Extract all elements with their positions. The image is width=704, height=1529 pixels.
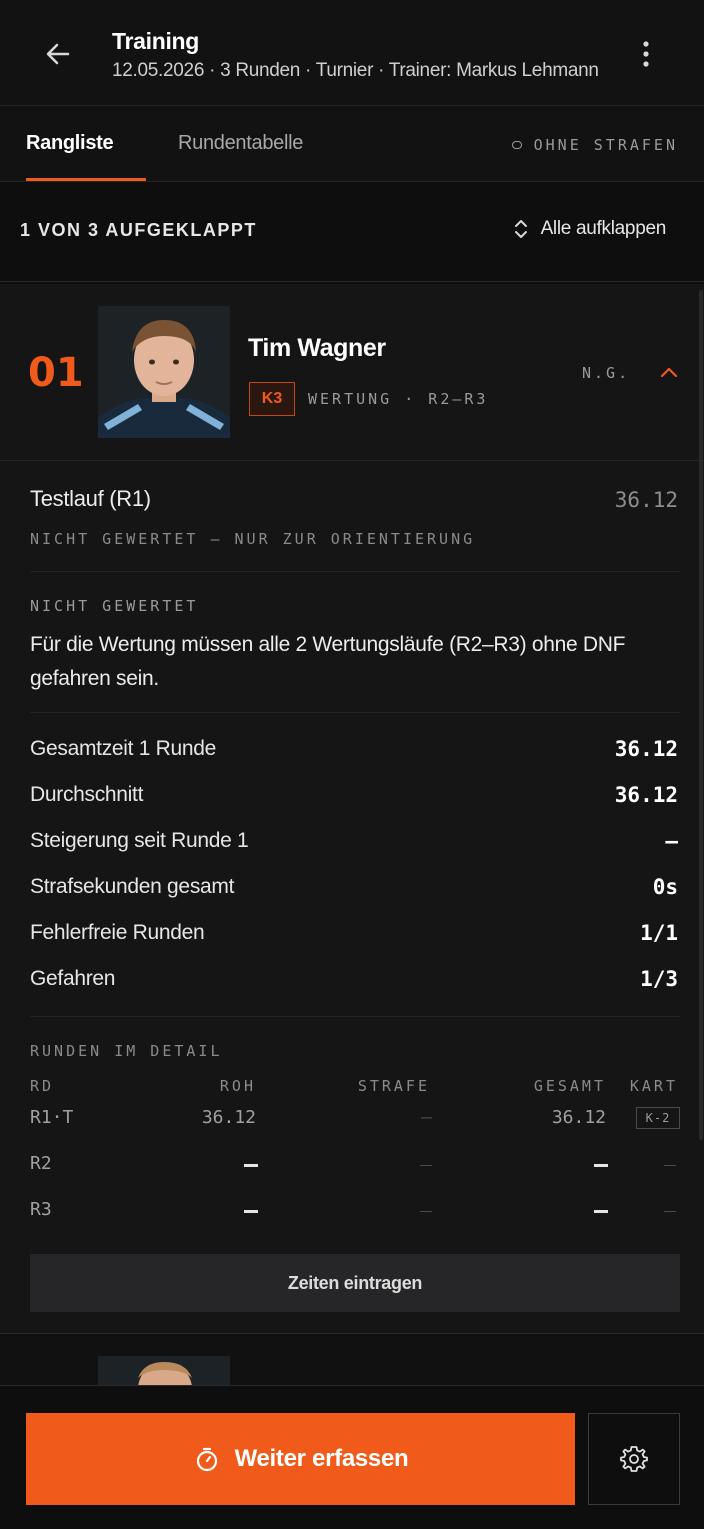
settings-button[interactable] [588,1413,680,1505]
row-r2-gesamt-empty [594,1164,608,1167]
stat-value-steigerung: — [665,829,678,853]
testlauf-note: NICHT GEWERTET — NUR ZUR ORIENTIERUNG [30,530,476,548]
expand-bar: 1 VON 3 AUFGEKLAPPT Alle aufklappen [0,182,704,282]
next-driver-card[interactable] [0,1336,704,1386]
page-title: Training [112,28,200,54]
divider [30,712,680,713]
status-badge: N.G. [582,364,631,382]
col-header-gesamt: GESAMT [533,1077,606,1095]
collapse-button[interactable] [656,360,682,386]
wertung-range: WERTUNG · R2–R3 [308,390,489,408]
gear-icon [620,1446,648,1472]
divider [30,1016,680,1017]
divider [0,460,704,461]
stat-value-durchschnitt: 36.12 [614,783,678,807]
row-r1-strafe: — [421,1107,432,1128]
footer-bar: Weiter erfassen [0,1385,704,1529]
testlauf-time: 36.12 [614,488,678,512]
not-rated-text: Für die Wertung müssen alle 2 Wertungslä… [30,633,626,690]
row-r2-kart-empty [664,1165,676,1166]
col-header-strafe: STRAFE [357,1077,430,1095]
driver-rank: 01 [28,350,84,396]
tab-bar: Rangliste Rundentabelle OHNE STRAFEN [0,106,704,182]
stat-value-gefahren: 1/3 [640,967,678,991]
row-r1-gesamt: 36.12 [551,1107,606,1128]
stat-label-gesamtzeit: Gesamtzeit 1 Runde [30,737,217,760]
active-tab-indicator [26,178,146,181]
tab-rangliste[interactable]: Rangliste [26,132,114,155]
stat-label-durchschnitt: Durchschnitt [30,783,144,806]
stat-value-strafsekunden: 0s [652,875,678,899]
weiter-erfassen-button[interactable]: Weiter erfassen [26,1413,575,1505]
tab-rundentabelle[interactable]: Rundentabelle [178,132,303,155]
row-r3-gesamt-empty [594,1210,608,1213]
col-header-kart: KART [629,1077,678,1095]
stat-value-gesamtzeit: 36.12 [614,737,678,761]
class-badge: K3 [249,382,295,416]
more-vertical-icon [643,41,649,67]
stat-label-gefahren: Gefahren [30,967,116,990]
expand-all-button[interactable]: Alle aufklappen [513,218,666,240]
expand-all-label: Alle aufklappen [540,218,667,239]
chevron-up-down-icon [514,220,527,238]
kart-badge: K-2 [636,1107,680,1129]
stat-value-fehlerfrei: 1/1 [640,921,678,945]
expand-count: 1 VON 3 AUFGEKLAPPT [20,220,257,240]
runden-detail-title: RUNDEN IM DETAIL [30,1042,223,1060]
row-r2-roh-empty [244,1164,258,1167]
strafen-toggle-label: OHNE STRAFEN [533,136,678,154]
weiter-erfassen-label: Weiter erfassen [234,1445,409,1472]
strafen-toggle[interactable]: OHNE STRAFEN [511,136,678,154]
app-header: Training 12.05.2026 · 3 Runden · Turnier… [0,0,704,106]
more-menu-button[interactable] [630,36,662,72]
row-r1-rd: R1·T [30,1107,74,1128]
stat-label-fehlerfrei: Fehlerfreie Runden [30,921,205,944]
driver-name: Tim Wagner [248,334,386,362]
row-r2-strafe-empty [420,1165,432,1166]
driver-avatar [98,1356,230,1386]
row-r2-rd: R2 [30,1153,52,1174]
divider [30,571,680,572]
row-r3-kart-empty [664,1211,676,1212]
row-r3-rd: R3 [30,1199,52,1220]
toggle-dot-icon [511,141,522,149]
stat-label-strafsekunden: Strafsekunden gesamt [30,875,235,898]
not-rated-label: NICHT GEWERTET [30,597,199,615]
stat-label-steigerung: Steigerung seit Runde 1 [30,829,249,852]
row-r1-roh: 36.12 [201,1107,256,1128]
scrollbar[interactable] [699,290,703,1140]
arrow-left-icon [46,43,70,65]
driver-card: 01 Tim Wagner K3 WERTUNG · R2–R3 N.G. Te… [0,284,704,1334]
testlauf-label: Testlauf (R1) [30,486,151,511]
row-r3-strafe-empty [420,1211,432,1212]
row-r3-roh-empty [244,1210,258,1213]
back-button[interactable] [40,36,76,72]
driver-avatar [98,306,230,438]
col-header-roh: ROH [219,1077,256,1095]
stopwatch-icon [196,1447,217,1472]
chevron-up-icon [660,367,678,378]
zeiten-eintragen-button[interactable]: Zeiten eintragen [30,1254,680,1312]
page-subtitle: 12.05.2026 · 3 Runden · Turnier · Traine… [112,60,599,81]
col-header-rd: RD [30,1077,55,1095]
